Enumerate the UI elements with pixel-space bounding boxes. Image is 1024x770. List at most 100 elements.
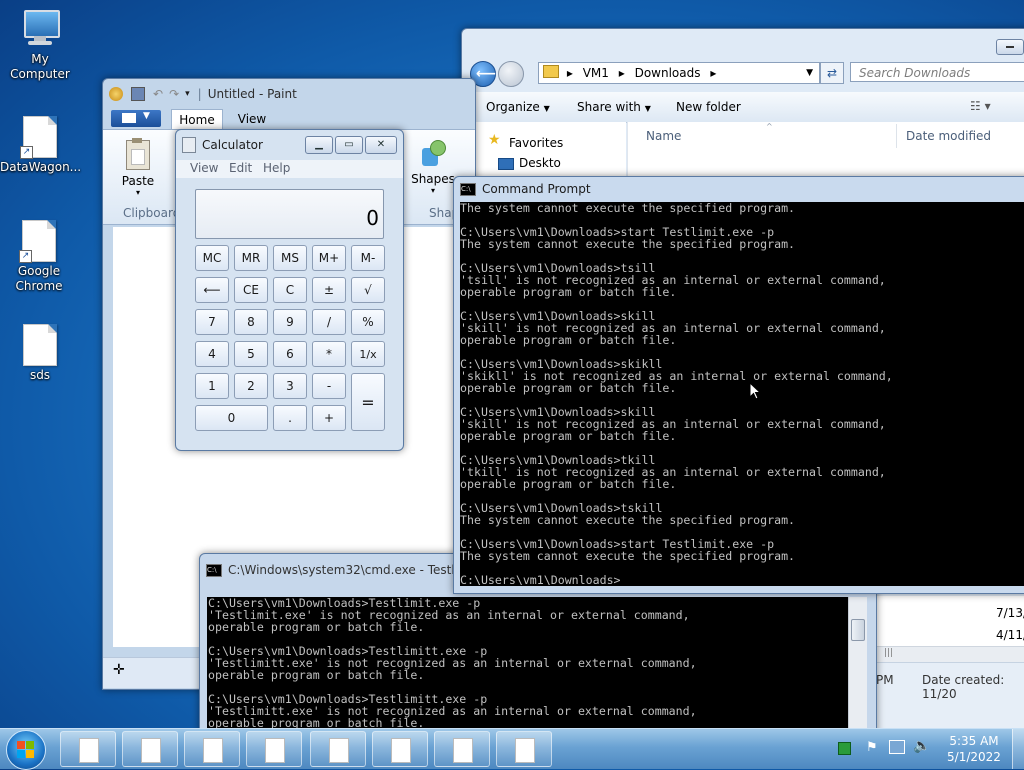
key-ms[interactable]: MS <box>273 245 307 271</box>
breadcrumb-downloads[interactable]: Downloads <box>635 66 701 80</box>
key-multiply[interactable]: * <box>312 341 346 367</box>
calculator-titlebar: Calculator ▁ ▭ ✕ <box>176 130 403 160</box>
console-line: operable program or batch file. <box>460 285 677 299</box>
key-m-minus[interactable]: M- <box>351 245 385 271</box>
key-backspace[interactable]: ⟵ <box>195 277 229 303</box>
key-subtract[interactable]: - <box>312 373 346 399</box>
desktop-icon-my-computer[interactable]: My Computer <box>0 10 80 82</box>
horizontal-scrollbar[interactable]: ||| <box>876 646 1024 663</box>
desktop-icon-label: sds <box>29 368 51 382</box>
window-title: Untitled - Paint <box>207 87 297 101</box>
organize-button[interactable]: Organize ▼ <box>486 100 550 114</box>
key-7[interactable]: 7 <box>195 309 229 335</box>
key-reciprocal[interactable]: 1/x <box>351 341 385 367</box>
tab-view[interactable]: View <box>227 109 277 129</box>
key-mr[interactable]: MR <box>234 245 268 271</box>
share-with-button[interactable]: Share with ▼ <box>577 100 651 114</box>
taskbar-button-5[interactable] <box>310 731 366 767</box>
minimize-button[interactable]: ▁ <box>305 136 333 154</box>
shapes-button[interactable]: Shapes ▾ <box>407 138 459 196</box>
menu-view[interactable]: View <box>190 161 218 175</box>
cmd-console-output[interactable]: The system cannot execute the specified … <box>460 202 1024 586</box>
key-4[interactable]: 4 <box>195 341 229 367</box>
nav-item-desktop[interactable]: Deskto <box>519 156 561 170</box>
taskbar-button-8[interactable] <box>496 731 552 767</box>
breadcrumb-vm1[interactable]: VM1 <box>583 66 609 80</box>
file-date-1: 7/13/ <box>996 606 1024 620</box>
key-0[interactable]: 0 <box>195 405 268 431</box>
breadcrumb-separator-icon: ▸ <box>566 66 573 80</box>
network-icon[interactable] <box>889 740 905 754</box>
redo-icon[interactable]: ↷ <box>169 87 179 101</box>
key-c[interactable]: C <box>273 277 307 303</box>
nav-item-favorites[interactable]: Favorites <box>509 136 563 150</box>
taskbar-button-4[interactable] <box>246 731 302 767</box>
key-ce[interactable]: CE <box>234 277 268 303</box>
key-plus-minus[interactable]: ± <box>312 277 346 303</box>
quick-access-chevron-icon[interactable]: ▾ <box>185 89 190 99</box>
column-header-name[interactable]: Name <box>646 129 681 143</box>
undo-icon[interactable]: ↶ <box>153 87 163 101</box>
taskbar-button-1[interactable] <box>60 731 116 767</box>
document-icon: ↗ <box>20 116 57 159</box>
scroll-thumb[interactable] <box>851 619 865 641</box>
tab-home[interactable]: Home <box>171 109 223 130</box>
address-bar[interactable]: ▸ VM1 ▸ Downloads ▸ ▼ <box>538 62 820 84</box>
cmd2-console-output[interactable]: C:\Users\vm1\Downloads>Testlimit.exe -p '… <box>207 597 849 728</box>
console-line: operable program or batch file. <box>460 333 677 347</box>
key-equals[interactable]: = <box>351 373 385 431</box>
forward-button[interactable] <box>498 61 524 87</box>
new-folder-button[interactable]: New folder <box>676 100 741 114</box>
tray-app-icon[interactable] <box>838 742 851 755</box>
save-icon[interactable] <box>131 87 145 101</box>
chevron-down-icon[interactable]: ▼ <box>806 63 813 83</box>
show-desktop-button[interactable] <box>1012 729 1024 769</box>
cursor-position-icon: ✛ <box>113 662 125 678</box>
key-m-plus[interactable]: M+ <box>312 245 346 271</box>
clock[interactable]: 5:35 AM 5/1/2022 <box>944 733 1004 765</box>
search-input[interactable]: Search Downloads <box>850 62 1024 82</box>
console-line: The system cannot execute the specified … <box>460 202 796 215</box>
key-3[interactable]: 3 <box>273 373 307 399</box>
key-5[interactable]: 5 <box>234 341 268 367</box>
shapes-label: Shapes <box>411 172 455 186</box>
key-9[interactable]: 9 <box>273 309 307 335</box>
desktop-icon-datawagon[interactable]: ↗ DataWagon... <box>0 116 81 175</box>
menu-help[interactable]: Help <box>263 161 290 175</box>
maximize-button[interactable]: ▭ <box>335 136 363 154</box>
maximize-icon: ▭ <box>344 139 354 150</box>
menu-edit[interactable]: Edit <box>229 161 252 175</box>
taskbar-button-6[interactable] <box>372 731 428 767</box>
minimize-button[interactable] <box>996 39 1024 55</box>
mouse-pointer-icon <box>749 381 762 403</box>
key-decimal[interactable]: . <box>273 405 307 431</box>
paint-menu-button[interactable]: ▼ <box>111 110 161 127</box>
close-button[interactable]: ✕ <box>365 136 397 154</box>
cmd2-vertical-scrollbar[interactable] <box>848 597 867 728</box>
volume-icon[interactable]: 🔈 <box>913 738 930 754</box>
taskbar-button-2[interactable] <box>122 731 178 767</box>
action-center-flag-icon[interactable]: ⚑ <box>866 740 878 755</box>
desktop-icon-google-chrome[interactable]: ↗ Google Chrome <box>0 220 78 294</box>
key-divide[interactable]: / <box>312 309 346 335</box>
taskbar-button-7[interactable] <box>434 731 490 767</box>
paste-button[interactable]: Paste ▾ <box>115 138 161 197</box>
explorer-file-list-lower: 7/13/ 4/11/ ||| PM Date created: 11/20 <box>876 596 1024 729</box>
start-button[interactable] <box>6 730 46 770</box>
key-add[interactable]: + <box>312 405 346 431</box>
refresh-button[interactable]: ⇄ <box>820 62 844 84</box>
key-sqrt[interactable]: √ <box>351 277 385 303</box>
key-percent[interactable]: % <box>351 309 385 335</box>
document-icon <box>23 324 57 366</box>
column-header-date[interactable]: Date modified <box>906 129 991 143</box>
view-options-icon[interactable]: ☷ ▾ <box>970 99 991 113</box>
key-mc[interactable]: MC <box>195 245 229 271</box>
desktop-icon-sds[interactable]: sds <box>0 324 80 383</box>
calculator-menubar: View Edit Help <box>176 160 403 178</box>
key-6[interactable]: 6 <box>273 341 307 367</box>
console-line: operable program or batch file. <box>208 668 425 682</box>
key-2[interactable]: 2 <box>234 373 268 399</box>
taskbar-button-3[interactable] <box>184 731 240 767</box>
key-8[interactable]: 8 <box>234 309 268 335</box>
key-1[interactable]: 1 <box>195 373 229 399</box>
